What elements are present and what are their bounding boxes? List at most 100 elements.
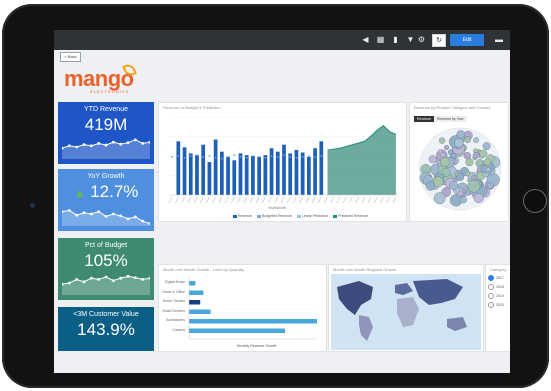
refresh-button[interactable]: ↻ — [432, 34, 446, 47]
kpi-title: <3M Customer Value — [73, 311, 139, 318]
x-tick-label — [231, 196, 235, 204]
category-bubble — [487, 182, 494, 189]
revenue-bar — [319, 141, 324, 195]
growth-chart-panel[interactable]: Month over Month Growth - Lines by Quant… — [158, 264, 327, 352]
kpi-value: 419M — [84, 115, 128, 134]
x-tick-label — [243, 196, 247, 204]
x-tick-label — [380, 196, 384, 204]
budget-point — [314, 155, 316, 158]
filter-icon[interactable]: ▼ — [406, 35, 415, 44]
radio-dot[interactable] — [488, 284, 494, 290]
budget-point — [189, 155, 192, 157]
x-tick-label — [361, 196, 366, 204]
category-bubble — [485, 167, 491, 173]
sparkline-point — [104, 215, 108, 218]
x-tick-label — [212, 196, 216, 204]
category-bubble — [463, 152, 471, 160]
share-icon[interactable]: ◀ — [361, 35, 370, 44]
revenue-bar — [313, 148, 317, 195]
kpi-card-yoy-growth[interactable]: YoY Growth ▲ 12.7% — [58, 169, 154, 231]
kpi-card-pct-of-budget[interactable]: Pct of Budget 105% — [58, 238, 154, 300]
kpi-value: 143.9% — [77, 320, 135, 339]
map-panel[interactable]: Month over Month Regional Growth — [328, 264, 484, 352]
sparkline-point — [119, 214, 123, 218]
home-button[interactable] — [523, 189, 547, 213]
kpi-title: YTD Revenue — [84, 106, 128, 113]
x-tick-label — [199, 196, 204, 204]
radio-dot[interactable] — [488, 275, 494, 281]
kpi-value: ▲ 12.7% — [73, 182, 139, 201]
budget-point — [171, 155, 174, 158]
kpi-card-ytd-revenue[interactable]: YTD Revenue 419M — [58, 102, 154, 164]
revenue-bar — [232, 160, 237, 195]
budget-point — [295, 156, 298, 159]
budget-point — [283, 154, 285, 157]
x-tick-label — [330, 196, 334, 204]
sparkline-point — [75, 145, 79, 149]
sparkline-point — [67, 144, 71, 148]
sparkline-point — [75, 278, 79, 281]
sparkline-point — [119, 276, 123, 280]
x-tick-label — [336, 196, 341, 204]
category-bubble — [438, 137, 446, 144]
budget-point — [276, 155, 279, 158]
category-bubble — [428, 155, 437, 164]
sparkline-point — [89, 144, 93, 148]
legend-swatch — [296, 214, 301, 218]
category-bubble — [473, 193, 484, 204]
x-tick-label — [175, 196, 179, 204]
category-bubble — [473, 137, 479, 143]
radio-option[interactable]: 2020 — [488, 302, 504, 308]
sparkline-area — [62, 139, 150, 159]
sparkline-point — [111, 212, 115, 216]
sparkline-point — [97, 142, 101, 145]
revenue-bar — [275, 151, 280, 195]
sparkline-point — [133, 138, 137, 142]
revenue-bar — [244, 155, 249, 195]
budget-point — [307, 155, 310, 157]
more-icon[interactable]: ▬ — [494, 35, 504, 44]
x-axis-title: Year/Month — [268, 206, 286, 210]
revenue-bar — [288, 153, 293, 195]
revenue-bar — [294, 149, 299, 195]
category-bubble — [441, 167, 451, 177]
kpi-title: YoY Growth — [87, 173, 125, 180]
dashboard-content: < Back mango ELECTRONICS YTD Revenue 419… — [54, 50, 510, 373]
budget-point — [227, 155, 229, 158]
radio-option[interactable]: 2017 — [488, 275, 504, 281]
sparkline-point — [67, 281, 71, 285]
x-tick-label — [293, 196, 297, 204]
revenue-chart: Year/Month — [168, 116, 399, 210]
sparkline-point — [97, 210, 101, 213]
kpi-card-customer-value[interactable]: <3M Customer Value 143.9% — [58, 307, 154, 351]
circles-chart-panel[interactable]: Revenue by Product Category and Country … — [409, 102, 509, 222]
growth-bar — [189, 328, 285, 333]
radio-dot[interactable] — [488, 293, 494, 299]
category-bubble — [459, 196, 467, 204]
sparkline-point — [126, 274, 130, 278]
x-tick-label — [349, 196, 353, 204]
sparkline-point — [133, 215, 137, 219]
x-tick-label — [342, 196, 347, 204]
radio-option[interactable]: 2018 — [488, 284, 504, 290]
export-icon[interactable]: ▦ — [376, 35, 385, 44]
top-toolbar: ◀ ▦ ▮ ▼ ⚙ ↻ Edit ▬ — [54, 30, 510, 50]
x-tick-label — [249, 196, 254, 204]
radio-dot[interactable] — [488, 302, 494, 308]
back-button[interactable]: < Back — [60, 52, 81, 62]
category-bubble — [461, 188, 467, 194]
growth-bar-chart — [188, 277, 317, 340]
x-tick-label — [181, 196, 185, 204]
revenue-chart-panel[interactable]: Revenue vs Budget & Prediction Year/Mont… — [158, 102, 407, 222]
radio-option[interactable]: 2019 — [488, 293, 504, 299]
settings-icon[interactable]: ⚙ — [417, 35, 426, 44]
category-bubble — [456, 173, 465, 181]
dashboard-screen: ◀ ▦ ▮ ▼ ⚙ ↻ Edit ▬ < Back mango ELECTRON… — [54, 30, 510, 373]
sparkline-point — [82, 143, 86, 146]
edit-button[interactable]: Edit — [450, 34, 484, 46]
axis-title: Monthly Revenue Growth — [237, 344, 277, 348]
logo-subtext: ELECTRONICS — [90, 89, 130, 94]
sparkline-point — [104, 143, 108, 147]
bookmark-icon[interactable]: ▮ — [391, 35, 400, 44]
x-tick-label — [262, 196, 266, 204]
